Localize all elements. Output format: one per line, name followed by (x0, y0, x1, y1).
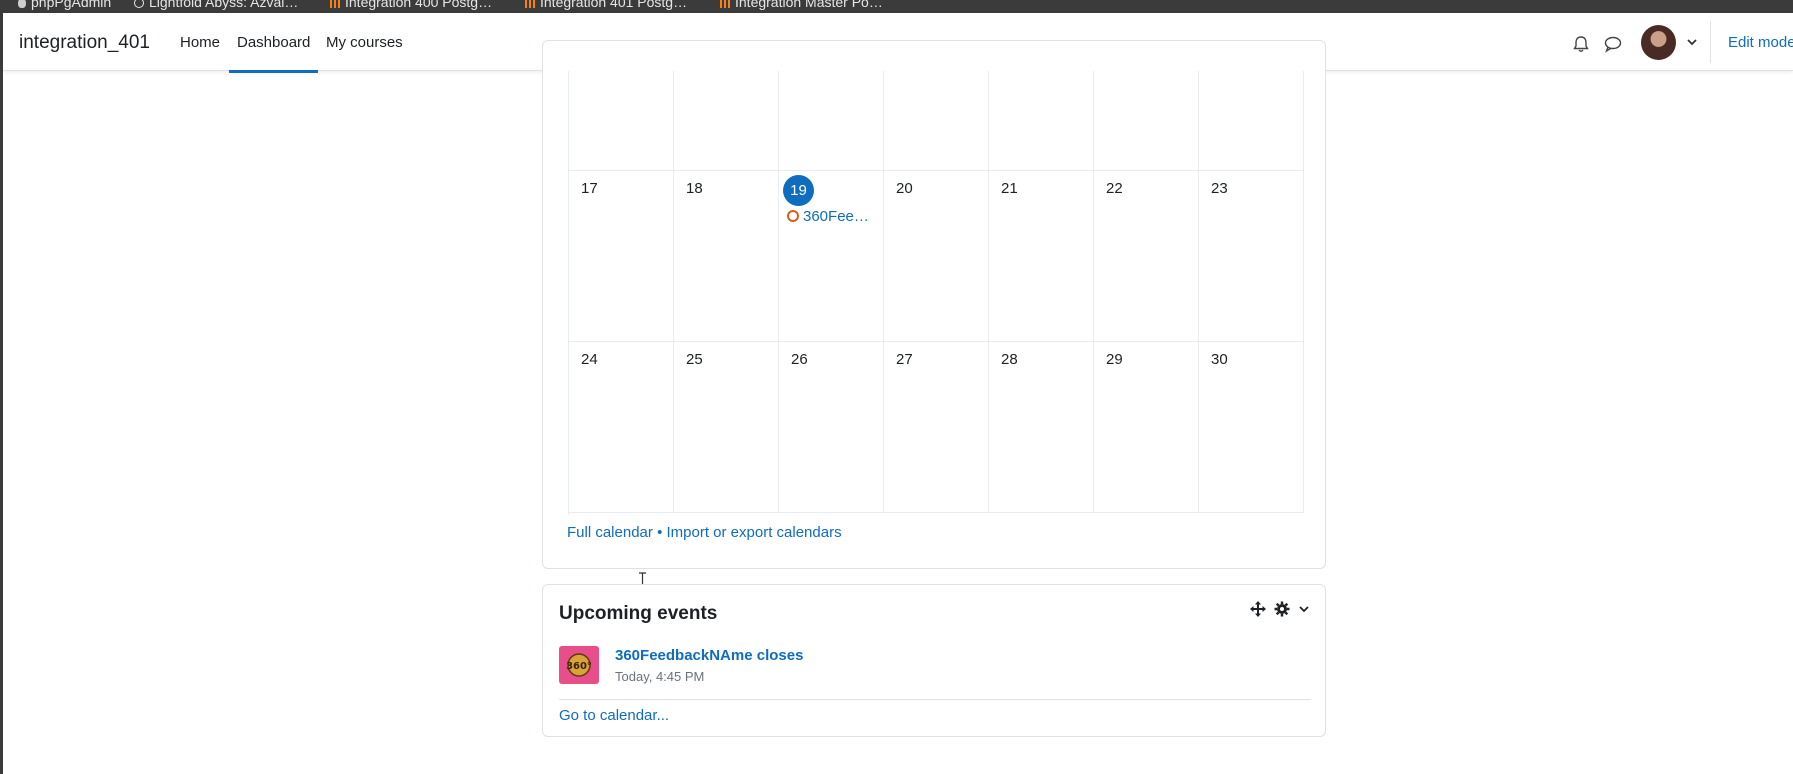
day-number[interactable]: 21 (1001, 180, 1018, 198)
day-number[interactable]: 20 (896, 180, 913, 198)
user-avatar[interactable] (1641, 25, 1676, 60)
calendar-day-17[interactable]: 17 (569, 171, 674, 342)
day-number[interactable]: 17 (581, 180, 598, 198)
bookmark-integration-401[interactable]: Integration 401 Postg… (525, 0, 687, 11)
calendar-day-empty (1094, 71, 1199, 171)
bookmark-integration-master[interactable]: Integration Master Po… (720, 0, 883, 11)
moodle-icon (330, 0, 340, 8)
day-number[interactable]: 30 (1211, 351, 1228, 369)
bell-icon[interactable] (1571, 34, 1591, 54)
calendar-block: 17 18 19 360Fee… 20 21 22 23 24 25 26 27 28 29 30 Full… (542, 40, 1326, 569)
calendar-day-empty (884, 71, 989, 171)
event-name-link[interactable]: 360FeedbackNAme closes (615, 647, 803, 664)
move-icon[interactable] (1250, 601, 1266, 617)
calendar-day-empty (569, 71, 674, 171)
moodle-icon (525, 0, 535, 8)
moodle-icon (720, 0, 730, 8)
day-number[interactable]: 25 (686, 351, 703, 369)
day-number[interactable]: 26 (791, 351, 808, 369)
event-activity-icon: 360° (559, 646, 599, 684)
bookmark-phppgadmin[interactable]: phpPgAdmin (18, 0, 111, 11)
full-calendar-link[interactable]: Full calendar (567, 524, 653, 541)
day-number[interactable]: 24 (581, 351, 598, 369)
svg-text:360°: 360° (566, 661, 592, 672)
day-number[interactable]: 22 (1106, 180, 1123, 198)
day-number[interactable]: 28 (1001, 351, 1018, 369)
calendar-day-27[interactable]: 27 (884, 342, 989, 513)
calendar-day-21[interactable]: 21 (989, 171, 1094, 342)
calendar-day-empty (779, 71, 884, 171)
import-export-calendars-link[interactable]: Import or export calendars (667, 524, 842, 541)
site-brand[interactable]: integration_401 (19, 32, 150, 54)
calendar-footer: Full calendar • Import or export calenda… (567, 524, 842, 541)
event-status-icon (787, 210, 799, 222)
calendar-day-25[interactable]: 25 (674, 342, 779, 513)
footer-separator: • (657, 524, 663, 541)
day-number[interactable]: 29 (1106, 351, 1123, 369)
chevron-down-icon[interactable] (1685, 35, 1699, 49)
feedback-360-icon: 360° (566, 653, 592, 677)
day-number[interactable]: 23 (1211, 180, 1228, 198)
calendar-day-26[interactable]: 26 (779, 342, 884, 513)
nav-home[interactable]: Home (180, 34, 220, 51)
globe-icon (134, 0, 144, 8)
bookmark-lightfold[interactable]: Lightfold Abyss: Azval… (134, 0, 298, 11)
upcoming-events-block: Upcoming events 360° 360FeedbackNAme clo… (542, 584, 1326, 737)
calendar-day-24[interactable]: 24 (569, 342, 674, 513)
today-day-number[interactable]: 19 (783, 175, 814, 206)
event-time: Today, 4:45 PM (615, 669, 705, 684)
calendar-day-29[interactable]: 29 (1094, 342, 1199, 513)
calendar-day-empty (989, 71, 1094, 171)
gear-icon[interactable] (1274, 601, 1290, 617)
calendar-event-label: 360Fee… (803, 208, 869, 225)
go-to-calendar-link[interactable]: Go to calendar... (559, 707, 669, 724)
calendar-day-28[interactable]: 28 (989, 342, 1094, 513)
calendar-day-23[interactable]: 23 (1199, 171, 1304, 342)
calendar-event-link[interactable]: 360Fee… (787, 208, 869, 225)
calendar-day-30[interactable]: 30 (1199, 342, 1304, 513)
chat-icon[interactable] (1603, 34, 1623, 54)
bookmark-integration-400[interactable]: Integration 400 Postg… (330, 0, 492, 11)
calendar-day-20[interactable]: 20 (884, 171, 989, 342)
chevron-down-icon[interactable] (1296, 601, 1312, 617)
postgres-icon (18, 0, 26, 8)
day-number[interactable]: 27 (896, 351, 913, 369)
calendar-day-18[interactable]: 18 (674, 171, 779, 342)
nav-divider (1710, 21, 1711, 63)
nav-dashboard[interactable]: Dashboard (228, 34, 319, 73)
day-number[interactable]: 18 (686, 180, 703, 198)
events-divider (559, 699, 1311, 700)
window-left-edge (0, 13, 3, 774)
browser-bookmarks-bar: phpPgAdmin Lightfold Abyss: Azval… Integ… (0, 0, 1793, 13)
calendar-day-empty (674, 71, 779, 171)
calendar-day-empty (1199, 71, 1304, 171)
nav-my-courses[interactable]: My courses (326, 34, 403, 51)
calendar-grid: 17 18 19 360Fee… 20 21 22 23 24 25 26 27 28 29 30 (568, 71, 1304, 515)
edit-mode-toggle[interactable]: Edit mode (1728, 34, 1793, 51)
page-root: phpPgAdmin Lightfold Abyss: Azval… Integ… (0, 0, 1793, 774)
calendar-day-19[interactable]: 19 360Fee… (779, 171, 884, 342)
calendar-day-22[interactable]: 22 (1094, 171, 1199, 342)
upcoming-events-title: Upcoming events (559, 603, 718, 624)
